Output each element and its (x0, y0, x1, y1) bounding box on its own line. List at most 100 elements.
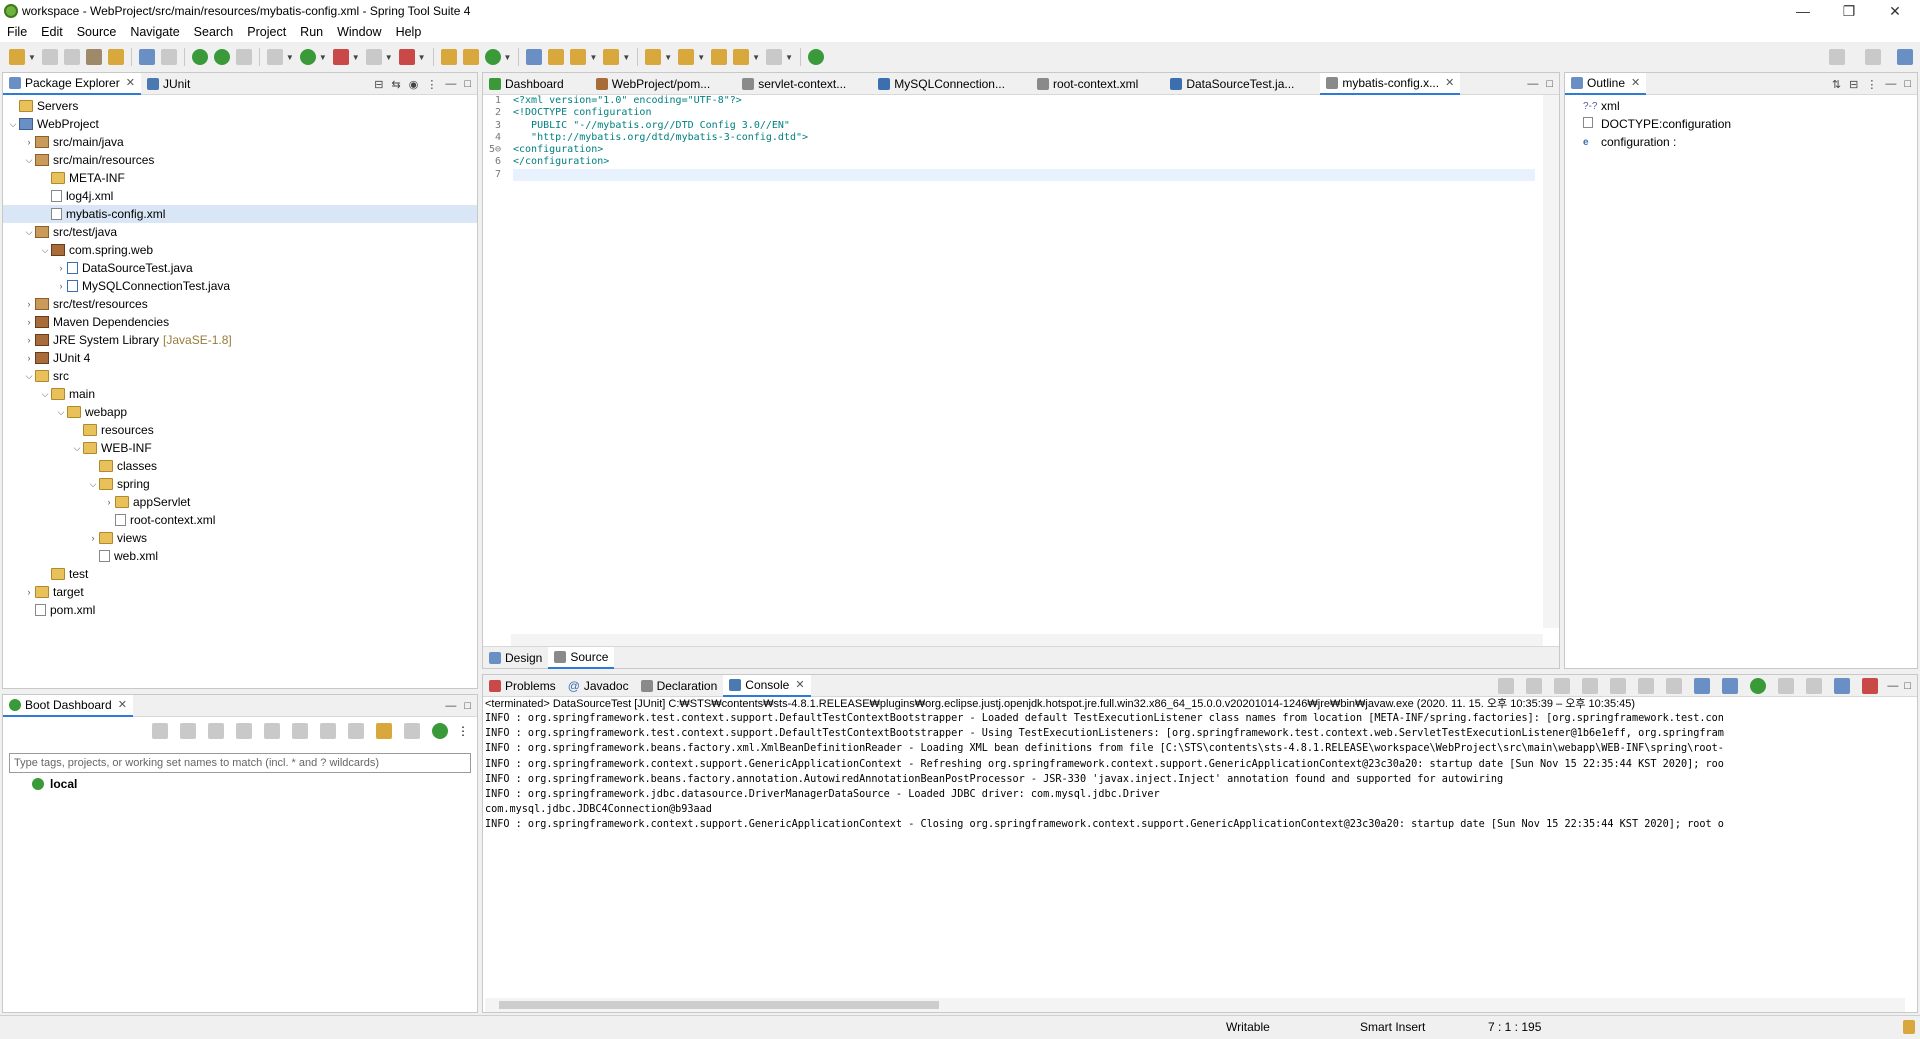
tab-design[interactable]: Design (483, 647, 548, 669)
open-folder-icon[interactable] (603, 49, 620, 65)
tree-item[interactable]: › DataSourceTest.java (3, 259, 477, 277)
tab-source[interactable]: Source (548, 646, 615, 669)
tree-item[interactable]: ⌵ WebProject (3, 115, 477, 133)
add-icon[interactable] (432, 723, 448, 739)
tab-boot-dashboard[interactable]: Boot Dashboard ✕ (3, 694, 133, 717)
menu-edit[interactable]: Edit (34, 25, 70, 39)
stop-icon[interactable] (365, 49, 382, 65)
close-tab-icon[interactable]: ✕ (126, 76, 135, 89)
pin-editor-icon[interactable] (807, 49, 824, 65)
code-line[interactable]: "http://mybatis.org/dtd/mybatis-3-config… (513, 132, 1535, 144)
console-horizontal-scrollbar[interactable] (485, 998, 1905, 1012)
print-icon[interactable] (85, 49, 102, 65)
remove-launch-icon[interactable] (1554, 678, 1571, 694)
new-package-icon[interactable] (462, 49, 479, 65)
chevron-down-icon[interactable]: ⌵ (87, 479, 99, 490)
lightbulb-icon[interactable] (376, 723, 392, 739)
editor-tab[interactable]: WebProject/pom... (590, 73, 716, 95)
chevron-right-icon[interactable]: › (23, 353, 35, 363)
restart-icon[interactable] (180, 723, 196, 739)
next-annotation-icon[interactable] (645, 49, 662, 65)
open-folder-dropdown-icon[interactable]: ▼ (622, 53, 630, 62)
code-line[interactable]: <?xml version="1.0" encoding="UTF-8"?> (513, 95, 1535, 107)
tab-javadoc[interactable]: @ Javadoc (562, 675, 635, 697)
new-dropdown-icon[interactable]: ▼ (28, 53, 36, 62)
chevron-right-icon[interactable]: › (23, 317, 35, 327)
tree-item[interactable]: web.xml (3, 547, 477, 565)
new-icon[interactable] (9, 49, 25, 65)
debug-dropdown-icon[interactable]: ▼ (286, 53, 294, 62)
scroll-lock-icon[interactable] (1638, 678, 1655, 694)
vertical-scrollbar[interactable] (1543, 95, 1559, 628)
chevron-down-icon[interactable]: ⌵ (23, 371, 35, 382)
tree-item[interactable]: › target (3, 583, 477, 601)
tree-item[interactable]: › Maven Dependencies (3, 313, 477, 331)
close-tab-icon[interactable]: ✕ (795, 678, 804, 691)
chevron-down-icon[interactable]: ⌵ (39, 389, 51, 400)
search-icon[interactable] (1829, 49, 1845, 65)
open-console-icon[interactable] (292, 723, 308, 739)
tree-item[interactable]: › JUnit 4 (3, 349, 477, 367)
tree-item[interactable]: META-INF (3, 169, 477, 187)
code-line[interactable]: PUBLIC "-//mybatis.org//DTD Config 3.0//… (513, 120, 1535, 132)
word-wrap-icon[interactable] (1666, 678, 1683, 694)
display-console-icon[interactable] (1778, 678, 1795, 694)
start-icon[interactable] (152, 723, 168, 739)
coverage-dropdown-icon[interactable]: ▼ (352, 53, 360, 62)
tab-console[interactable]: Console ✕ (723, 674, 811, 697)
chevron-down-icon[interactable]: ⌵ (71, 443, 83, 454)
maximize-panel-icon[interactable]: □ (1904, 680, 1911, 692)
menu-run[interactable]: Run (293, 25, 330, 39)
sort-icon[interactable]: ⇅ (1832, 78, 1841, 91)
terminal-icon[interactable] (138, 49, 155, 65)
tips-lightbulb-icon[interactable] (1903, 1020, 1915, 1034)
chevron-right-icon[interactable]: › (87, 533, 99, 543)
code-line[interactable]: <configuration> (513, 144, 1535, 156)
chevron-down-icon[interactable]: ⌵ (23, 227, 35, 238)
editor-tab[interactable]: servlet-context... (736, 73, 852, 95)
tab-outline[interactable]: Outline ✕ (1565, 72, 1647, 95)
back-icon[interactable] (733, 49, 750, 65)
tree-item[interactable]: test (3, 565, 477, 583)
tab-declaration[interactable]: Declaration (635, 675, 724, 697)
horizontal-scrollbar[interactable] (511, 634, 1543, 646)
tab-package-explorer[interactable]: Package Explorer ✕ (3, 72, 141, 95)
link-with-editor-icon[interactable]: ⇆ (392, 78, 401, 91)
stop-dropdown-icon[interactable]: ▼ (385, 53, 393, 62)
coverage-icon[interactable] (332, 49, 349, 65)
filter-icon[interactable] (404, 723, 420, 739)
filter-icon[interactable]: ◉ (409, 78, 419, 91)
menu-search[interactable]: Search (187, 25, 241, 39)
last-edit-icon[interactable] (711, 49, 728, 65)
config-icon[interactable] (348, 723, 364, 739)
menu-file[interactable]: File (0, 25, 34, 39)
new-java-project-icon[interactable] (440, 49, 457, 65)
edit-icon[interactable] (320, 723, 336, 739)
debug-icon[interactable] (236, 723, 252, 739)
tree-item[interactable]: ⌵ spring (3, 475, 477, 493)
tree-item[interactable]: resources (3, 421, 477, 439)
search-dropdown-icon[interactable]: ▼ (589, 53, 597, 62)
maximize-panel-icon[interactable]: □ (1546, 78, 1553, 90)
tree-item[interactable]: › JRE System Library [JavaSE-1.8] (3, 331, 477, 349)
editor-tab[interactable]: root-context.xml (1031, 73, 1144, 95)
tree-item[interactable]: › views (3, 529, 477, 547)
close-tab-icon[interactable]: ✕ (1445, 76, 1454, 89)
tree-item[interactable]: › src/test/resources (3, 295, 477, 313)
minimize-panel-icon[interactable]: — (1527, 78, 1538, 90)
stop-icon[interactable] (208, 723, 224, 739)
external-tools-dropdown-icon[interactable]: ▼ (418, 53, 426, 62)
run-dropdown-icon[interactable]: ▼ (319, 53, 327, 62)
forward-dropdown-icon[interactable]: ▼ (785, 53, 793, 62)
tree-item[interactable]: log4j.xml (3, 187, 477, 205)
outline-item[interactable]: DOCTYPE:configuration (1583, 115, 1917, 133)
tree-item[interactable]: Servers (3, 97, 477, 115)
tree-item[interactable]: › src/main/java (3, 133, 477, 151)
open-perspective-icon[interactable] (1865, 49, 1881, 65)
debug-console-icon[interactable] (1498, 678, 1515, 694)
forward-icon[interactable] (766, 49, 783, 65)
next-annotation-dropdown-icon[interactable]: ▼ (664, 53, 672, 62)
maximize-panel-icon[interactable]: □ (464, 78, 471, 90)
minimize-icon[interactable]: — (1780, 0, 1826, 22)
editor-tab[interactable]: mybatis-config.x... ✕ (1320, 72, 1461, 95)
